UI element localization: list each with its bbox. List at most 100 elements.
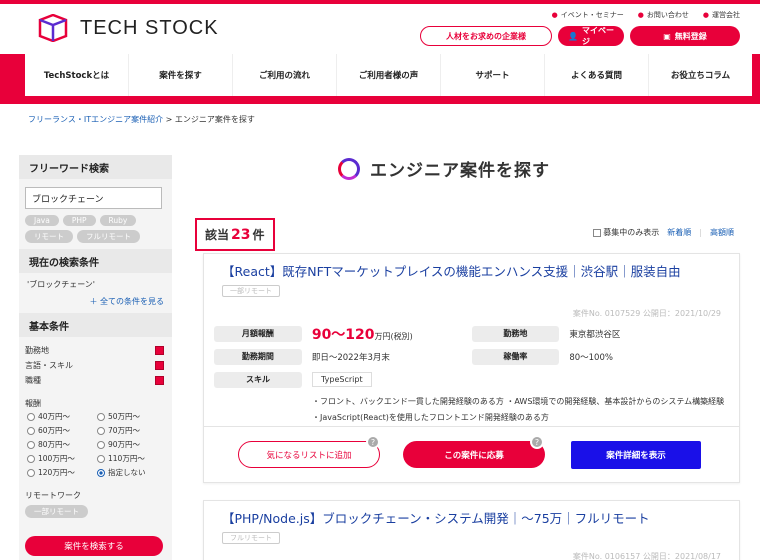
bullet-icon: ● xyxy=(702,11,709,19)
skill-value: TypeScript xyxy=(302,372,472,387)
toplink-company[interactable]: ● 運営会社 xyxy=(703,10,740,20)
toplink-label: お問い合わせ xyxy=(646,11,689,19)
reward-option-label: 100万円〜 xyxy=(38,454,75,463)
top-links: ● イベント・セミナー ● お問い合わせ ● 運営会社 xyxy=(552,10,740,20)
job-title[interactable]: 【React】既存NFTマーケットプレイスの機能エンハンス支援｜渋谷駅｜服装自由 xyxy=(204,254,739,281)
id-card-icon: ▣ xyxy=(663,31,671,41)
reward-radio-group: 40万円〜 50万円〜 60万円〜 70万円〜 80万円〜 90万円〜 100万… xyxy=(19,411,172,478)
sort-high-link[interactable]: 高額順 xyxy=(710,227,734,238)
help-icon[interactable]: ? xyxy=(530,435,544,449)
ring-icon xyxy=(338,157,360,180)
radio-selected-icon xyxy=(97,468,105,477)
apply-button[interactable]: この案件に応募 xyxy=(403,441,545,468)
period-label: 勤務期間 xyxy=(214,348,302,365)
radio-icon xyxy=(27,440,35,449)
count-suffix: 件 xyxy=(252,228,265,242)
remote-chip: フルリモート xyxy=(222,532,280,544)
sort-new-link[interactable]: 新着順 xyxy=(667,227,691,238)
condition-label: 職種 xyxy=(25,376,41,385)
skill-label: スキル xyxy=(214,371,302,388)
reward-option[interactable]: 90万円〜 xyxy=(97,439,167,450)
reward-option[interactable]: 50万円〜 xyxy=(97,411,167,422)
remote-partial-tag[interactable]: 一部リモート xyxy=(25,505,88,518)
job-detail-button[interactable]: 案件詳細を表示 xyxy=(571,441,701,469)
job-meta: 案件No. 0107529 公開日：2021/10/29 xyxy=(572,309,721,318)
job-meta: 案件No. 0106157 公開日：2021/08/17 xyxy=(572,552,721,560)
pay-value: 90〜120万円(税別) xyxy=(302,324,472,344)
condition-jobtype[interactable]: 職種 xyxy=(19,373,172,388)
tag-java[interactable]: Java xyxy=(25,215,59,226)
reward-option-label: 60万円〜 xyxy=(38,426,71,435)
job-details: 月額報酬 90〜120万円(税別) 勤務地 東京都渋谷区 勤務期間 即日〜202… xyxy=(214,322,729,391)
job-card: 【React】既存NFTマーケットプレイスの機能エンハンス支援｜渋谷駅｜服装自由… xyxy=(203,253,740,483)
nav-item-about[interactable]: TechStockとは xyxy=(25,54,129,96)
freeword-input[interactable]: ブロックチェーン xyxy=(25,187,162,209)
mypage-button[interactable]: 👤 マイページ xyxy=(558,26,624,46)
header-buttons: 人材をお求めの企業様 👤 マイページ ▣ 無料登録 xyxy=(420,26,740,46)
toplink-label: イベント・セミナー xyxy=(560,11,624,19)
reward-option-label: 40万円〜 xyxy=(38,412,71,421)
nav-item-flow[interactable]: ご利用の流れ xyxy=(233,54,337,96)
mypage-label: マイページ xyxy=(581,26,614,46)
nav-item-faq[interactable]: よくある質問 xyxy=(545,54,649,96)
reward-option[interactable]: 60万円〜 xyxy=(27,425,97,436)
reward-option-selected[interactable]: 指定しない xyxy=(97,467,167,478)
reward-option[interactable]: 40万円〜 xyxy=(27,411,97,422)
condition-skill[interactable]: 言語・スキル xyxy=(19,358,172,373)
add-favorite-button[interactable]: 気になるリストに追加 xyxy=(238,441,380,468)
logo-text: TECH STOCK xyxy=(80,16,219,39)
register-label: 無料登録 xyxy=(674,31,707,41)
breadcrumb-current: エンジニア案件を探す xyxy=(174,115,255,124)
nav-item-voices[interactable]: ご利用者様の声 xyxy=(337,54,441,96)
condition-label: 言語・スキル xyxy=(25,361,73,370)
count-prefix: 該当 xyxy=(205,228,230,242)
sort-bar: 募集中のみ表示 新着順 | 高額順 xyxy=(593,227,734,238)
open-only-filter[interactable]: 募集中のみ表示 xyxy=(593,227,659,238)
logo[interactable]: TECH STOCK xyxy=(36,14,219,42)
tag-php[interactable]: PHP xyxy=(62,215,96,226)
filter-label: 募集中のみ表示 xyxy=(603,228,660,237)
user-icon: 👤 xyxy=(568,31,578,41)
tag-ruby[interactable]: Ruby xyxy=(99,215,137,226)
remote-chip: 一部リモート xyxy=(222,285,280,297)
rate-value: 80〜100% xyxy=(569,352,613,363)
current-condition-value: 'ブロックチェーン' xyxy=(27,280,95,289)
remote-label: リモートワーク xyxy=(25,491,81,500)
count-number: 23 xyxy=(231,226,251,243)
checkbox-icon xyxy=(593,228,602,237)
tag-remote[interactable]: リモート xyxy=(25,230,73,243)
location-value: 東京都渋谷区 xyxy=(569,329,621,340)
register-button[interactable]: ▣ 無料登録 xyxy=(630,26,740,46)
job-title[interactable]: 【PHP/Node.js】ブロックチェーン・システム開発｜〜75万｜フルリモート xyxy=(204,501,739,528)
nav-item-support[interactable]: サポート xyxy=(441,54,545,96)
bullet-icon: ● xyxy=(637,11,644,19)
radio-icon xyxy=(27,468,35,477)
reward-option-label: 120万円〜 xyxy=(38,468,75,477)
nav-item-column[interactable]: お役立ちコラム xyxy=(649,54,752,96)
reward-option-label: 110万円〜 xyxy=(108,454,145,463)
radio-icon xyxy=(27,426,35,435)
logo-icon xyxy=(38,14,68,42)
toplink-contact[interactable]: ● お問い合わせ xyxy=(638,10,689,20)
search-submit-button[interactable]: 案件を検索する xyxy=(25,536,163,556)
nav-item-search[interactable]: 案件を探す xyxy=(129,54,233,96)
reward-option[interactable]: 80万円〜 xyxy=(27,439,97,450)
expand-icon xyxy=(155,361,164,370)
radio-icon xyxy=(27,454,35,463)
reward-option[interactable]: 120万円〜 xyxy=(27,467,97,478)
sort-divider: | xyxy=(699,228,702,237)
reward-option[interactable]: 70万円〜 xyxy=(97,425,167,436)
show-all-conditions-link[interactable]: ＋ 全ての条件を見る xyxy=(19,296,172,313)
company-button[interactable]: 人材をお求めの企業様 xyxy=(420,26,552,46)
quick-tags: Java PHP Ruby リモート フルリモート xyxy=(25,215,166,243)
reward-option[interactable]: 110万円〜 xyxy=(97,453,167,464)
breadcrumb-link[interactable]: フリーランス・ITエンジニア案件紹介 xyxy=(28,115,163,124)
help-icon[interactable]: ? xyxy=(366,435,380,449)
toplink-events[interactable]: ● イベント・セミナー xyxy=(552,10,624,20)
reward-option[interactable]: 100万円〜 xyxy=(27,453,97,464)
tag-full-remote[interactable]: フルリモート xyxy=(77,230,140,243)
radio-icon xyxy=(97,412,105,421)
current-conditions-heading: 現在の検索条件 xyxy=(19,249,172,273)
reward-option-label: 70万円〜 xyxy=(108,426,141,435)
condition-location[interactable]: 勤務地 xyxy=(19,343,172,358)
